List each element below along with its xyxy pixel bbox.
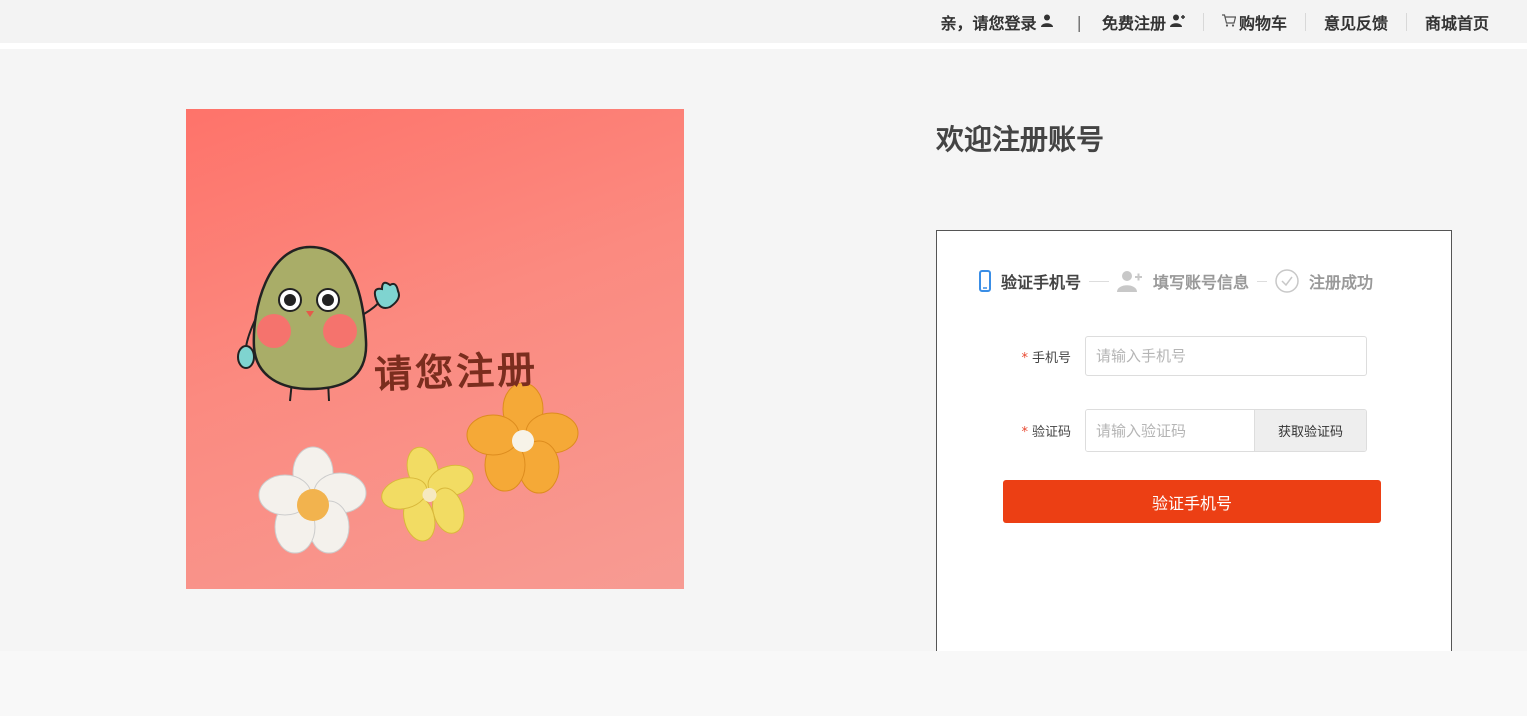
required-mark: * [1021,425,1028,440]
nav-pipe-divider: | [1076,12,1082,32]
cart-link[interactable]: 购物车 [1221,10,1287,34]
page-title: 欢迎注册账号 [936,123,1105,156]
verify-phone-button[interactable]: 验证手机号 [1003,480,1381,523]
nav-divider [1304,13,1306,31]
step-label: 注册成功 [1309,273,1374,292]
mobile-phone-icon [979,270,991,292]
phone-label-text: 手机号 [1031,350,1071,366]
register-steps: 验证手机号 填写账号信息 注册成功 [979,269,1373,293]
register-banner: 请您注册 [186,109,684,589]
register-link-label: 免费注册 [1101,14,1166,33]
step-verify-phone: 验证手机号 [979,269,1081,293]
step-label: 验证手机号 [1001,273,1082,292]
code-input-group: 获取验证码 [1085,409,1367,452]
feedback-link-label: 意见反馈 [1323,14,1388,33]
step-connector [1089,280,1110,282]
register-form-card: 验证手机号 填写账号信息 注册成功 * 手机号 请输入手机号 * 验证码 请输入… [936,230,1452,686]
step-register-success: 注册成功 [1275,269,1373,293]
code-label: * 验证码 [937,421,1085,440]
step-connector [1257,280,1268,282]
register-link[interactable]: 免费注册 [1102,10,1185,34]
phone-label: * 手机号 [937,347,1085,366]
user-add-icon [1169,14,1185,30]
step-label: 填写账号信息 [1153,273,1250,292]
mall-home-link-label: 商城首页 [1424,14,1489,33]
login-link[interactable]: 亲，请您登录 [941,10,1053,34]
phone-row: * 手机号 [937,336,1367,376]
code-label-text: 验证码 [1031,425,1071,440]
login-link-label: 亲，请您登录 [940,14,1037,33]
nav-divider [1202,13,1204,31]
footer-band [0,651,1527,716]
feedback-link[interactable]: 意见反馈 [1324,10,1388,34]
mall-home-link[interactable]: 商城首页 [1425,10,1489,34]
shopping-cart-icon [1221,13,1237,31]
top-nav-bar: 亲，请您登录 | 免费注册 购物车 意见反馈 商城首页 [0,0,1527,49]
user-icon [1040,14,1053,30]
step-fill-account-info: 填写账号信息 [1117,269,1249,293]
banner-title: 请您注册 [373,346,539,397]
main-content: 请您注册 欢迎注册账号 验证手机号 填写账号信息 注册成功 * 手机号 请输入手… [0,49,1527,686]
verification-code-input[interactable] [1086,410,1254,451]
check-circle-icon [1275,269,1299,293]
get-code-button[interactable]: 获取验证码 [1254,410,1366,451]
code-row: *验证码 获取验证码 [937,409,1367,452]
phone-input[interactable] [1085,336,1367,376]
required-mark: * [1021,350,1028,366]
user-add-icon [1117,271,1143,292]
top-nav-links: 亲，请您登录 | 免费注册 购物车 意见反馈 商城首页 [941,10,1489,34]
nav-divider [1405,13,1407,31]
cart-link-label: 购物车 [1238,14,1287,33]
